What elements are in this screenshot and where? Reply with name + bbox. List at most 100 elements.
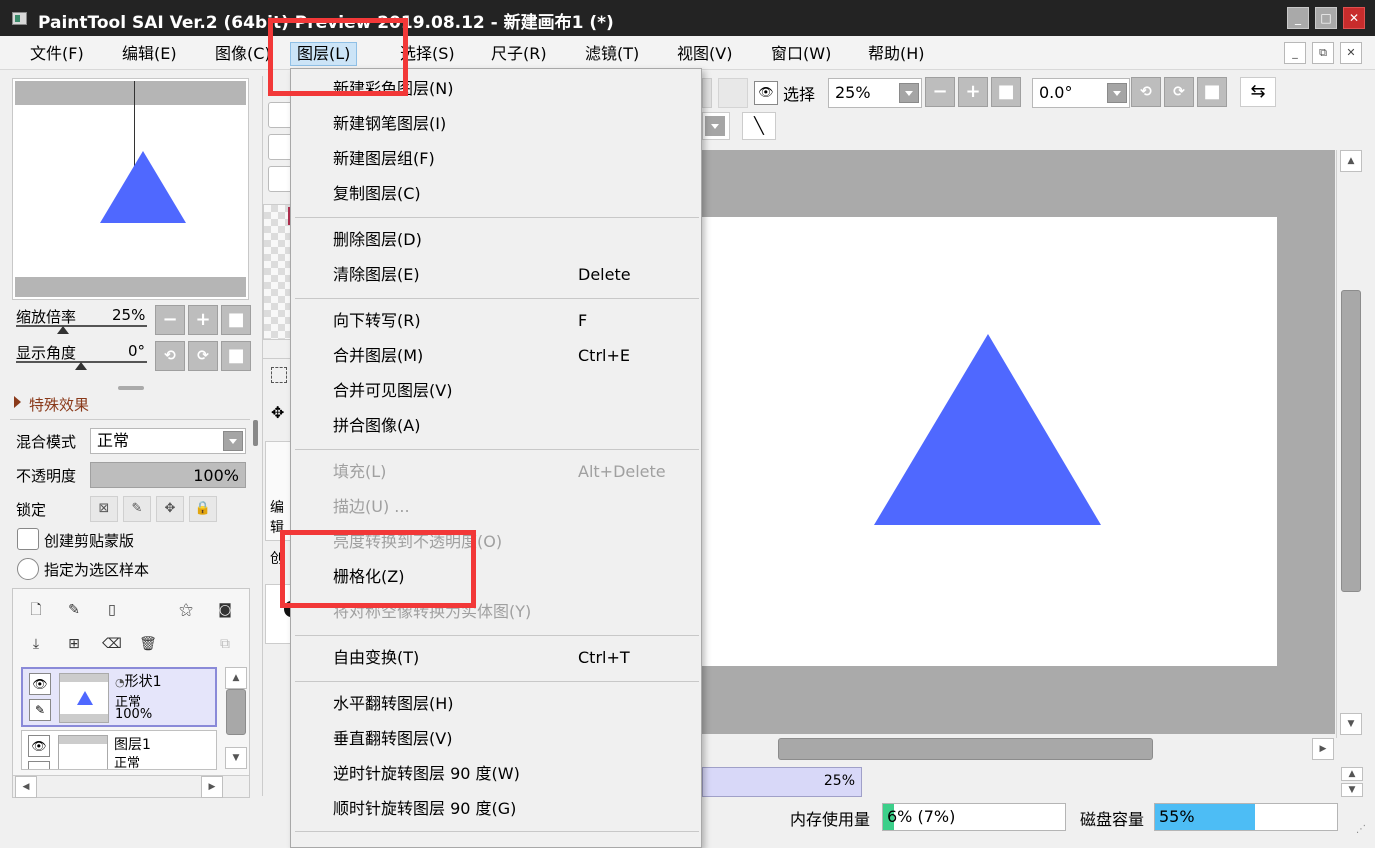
menu-option[interactable]: 拼合图像(A) <box>333 414 420 438</box>
blend-mode-select[interactable]: 正常 <box>90 428 246 454</box>
menu-image[interactable]: 图像(C) <box>209 42 277 66</box>
effects-header[interactable]: 特殊效果 <box>29 394 89 415</box>
merge-down-icon[interactable]: ⤓ <box>23 631 49 657</box>
clear-layer-icon[interactable]: ⌫ <box>99 631 125 657</box>
layer-mask-icon[interactable]: ◙ <box>212 597 238 623</box>
marquee-tool-icon[interactable] <box>271 367 287 383</box>
tab-scroll-down[interactable]: ▼ <box>1341 783 1363 797</box>
resize-grip-icon[interactable]: ⋰ <box>1356 824 1368 836</box>
chevron-down-icon <box>1107 83 1127 103</box>
canvas-tab[interactable]: 25% <box>702 767 862 797</box>
layer-row[interactable]: 👁 图层1 正常 <box>21 730 217 770</box>
navigator-panel[interactable] <box>12 78 249 300</box>
transfer-icon[interactable]: ⊞ <box>61 631 87 657</box>
maximize-button[interactable]: □ <box>1315 7 1337 29</box>
canvas-viewport[interactable] <box>702 150 1335 734</box>
rotate-left-button[interactable]: ⟲ <box>1131 77 1161 107</box>
eye-icon[interactable]: 👁 <box>754 81 778 105</box>
menu-edit[interactable]: 编辑(E) <box>116 42 183 66</box>
rotate-right-button[interactable]: ⟳ <box>188 341 218 371</box>
menu-option[interactable]: 清除图层(E) <box>333 263 420 287</box>
chevron-down-icon <box>899 83 919 103</box>
new-layer-icon[interactable]: 🗋 <box>23 597 49 623</box>
lock-move-icon[interactable]: ✥ <box>156 496 184 522</box>
move-tool-icon[interactable]: ✥ <box>271 403 284 422</box>
new-pen-layer-icon[interactable]: ✎ <box>61 597 87 623</box>
menu-option[interactable]: 自由变换(T) <box>333 646 419 670</box>
menu-option[interactable]: 水平翻转图层(H) <box>333 692 454 716</box>
pencil-icon[interactable]: ✎ <box>29 699 51 721</box>
clip-mask-checkbox[interactable] <box>17 528 39 550</box>
zoom-in-button[interactable]: + <box>188 305 218 335</box>
angle-select[interactable]: 0.0° <box>1032 78 1130 108</box>
toolbar-button[interactable] <box>702 78 712 108</box>
zoom-slider-handle[interactable] <box>57 326 69 334</box>
zoom-in-button[interactable]: + <box>958 77 988 107</box>
eye-icon[interactable]: 👁 <box>29 673 51 695</box>
vscroll-thumb[interactable] <box>1341 290 1361 592</box>
zoom-slider-track[interactable] <box>16 325 147 327</box>
swatch-area[interactable] <box>263 204 293 340</box>
scroll-right-arrow[interactable]: ▶ <box>1312 738 1334 760</box>
memory-bar: 6% (7%) <box>882 803 1066 831</box>
minimize-button[interactable]: _ <box>1287 7 1309 29</box>
menu-option[interactable]: 顺时针旋转图层 90 度(G) <box>333 797 516 821</box>
menu-file[interactable]: 文件(F) <box>24 42 90 66</box>
menu-option[interactable]: 删除图层(D) <box>333 228 422 252</box>
menu-view[interactable]: 视图(V) <box>671 42 738 66</box>
layer-scroll-right[interactable]: ▶ <box>201 776 223 798</box>
lock-all-icon[interactable]: 🔒 <box>189 496 217 522</box>
zoom-select[interactable]: 25% <box>828 78 922 108</box>
menu-option[interactable]: 合并可见图层(V) <box>333 379 452 403</box>
scroll-up-arrow[interactable]: ▲ <box>1340 150 1362 172</box>
menu-option[interactable]: 逆时针旋转图层 90 度(W) <box>333 762 520 786</box>
layer-scroll-left[interactable]: ◀ <box>15 776 37 798</box>
flip-view-icon[interactable]: ⇆ <box>1240 77 1276 107</box>
layer-scroll-up[interactable]: ▲ <box>225 667 247 689</box>
lock-paint-icon[interactable]: ✎ <box>123 496 151 522</box>
rotate-reset-button[interactable]: ■ <box>1197 77 1227 107</box>
menu-help[interactable]: 帮助(H) <box>862 42 931 66</box>
menu-ruler[interactable]: 尺子(R) <box>485 42 553 66</box>
rotate-left-button[interactable]: ⟲ <box>155 341 185 371</box>
angle-slider-handle[interactable] <box>75 362 87 370</box>
zoom-reset-button[interactable]: ■ <box>991 77 1021 107</box>
scroll-down-arrow[interactable]: ▼ <box>1340 713 1362 735</box>
zoom-reset-button[interactable]: ■ <box>221 305 251 335</box>
panel-resize-handle[interactable] <box>253 420 258 446</box>
menu-option[interactable]: 向下转写(R) <box>333 309 421 333</box>
zoom-out-button[interactable]: − <box>155 305 185 335</box>
layer-effect-icon[interactable]: ⚝ <box>173 597 199 623</box>
menu-option[interactable]: 合并图层(M) <box>333 344 423 368</box>
doc-close-button[interactable]: ✕ <box>1340 42 1362 64</box>
eye-icon[interactable]: 👁 <box>28 735 50 757</box>
menu-option[interactable]: 新建图层组(F) <box>333 147 435 171</box>
doc-restore-button[interactable]: ⧉ <box>1312 42 1334 64</box>
layer-scroll-thumb[interactable] <box>226 689 246 735</box>
tab-scroll-up[interactable]: ▲ <box>1341 767 1363 781</box>
canvas[interactable] <box>702 217 1277 666</box>
delete-layer-icon[interactable]: 🗑 <box>135 631 161 657</box>
opacity-slider[interactable]: 100% <box>90 462 246 488</box>
doc-minimize-button[interactable]: _ <box>1284 42 1306 64</box>
menu-option[interactable]: 复制图层(C) <box>333 182 421 206</box>
rotate-reset-button[interactable]: ■ <box>221 341 251 371</box>
layer-row[interactable]: 👁 ✎ ◔形状1 正常 100% <box>21 667 217 727</box>
layer-scroll-down[interactable]: ▼ <box>225 747 247 769</box>
line-tool-icon[interactable]: ╲ <box>742 112 776 140</box>
rotate-right-button[interactable]: ⟳ <box>1164 77 1194 107</box>
menu-window[interactable]: 窗口(W) <box>765 42 837 66</box>
close-button[interactable]: ✕ <box>1343 7 1365 29</box>
collapse-arrow-icon[interactable] <box>14 396 21 408</box>
toolbar-dropdown[interactable] <box>702 112 730 140</box>
selection-sample-checkbox[interactable] <box>17 558 39 580</box>
menu-option[interactable]: 新建钢笔图层(I) <box>333 112 446 136</box>
menu-filter[interactable]: 滤镜(T) <box>579 42 645 66</box>
lock-transparency-icon[interactable]: ⊠ <box>90 496 118 522</box>
hscroll-thumb[interactable] <box>778 738 1153 760</box>
pencil-icon[interactable] <box>28 761 50 769</box>
zoom-out-button[interactable]: − <box>925 77 955 107</box>
new-folder-icon[interactable]: ▯ <box>99 597 125 623</box>
menu-option[interactable]: 垂直翻转图层(V) <box>333 727 452 751</box>
panel-splitter[interactable] <box>118 386 144 390</box>
